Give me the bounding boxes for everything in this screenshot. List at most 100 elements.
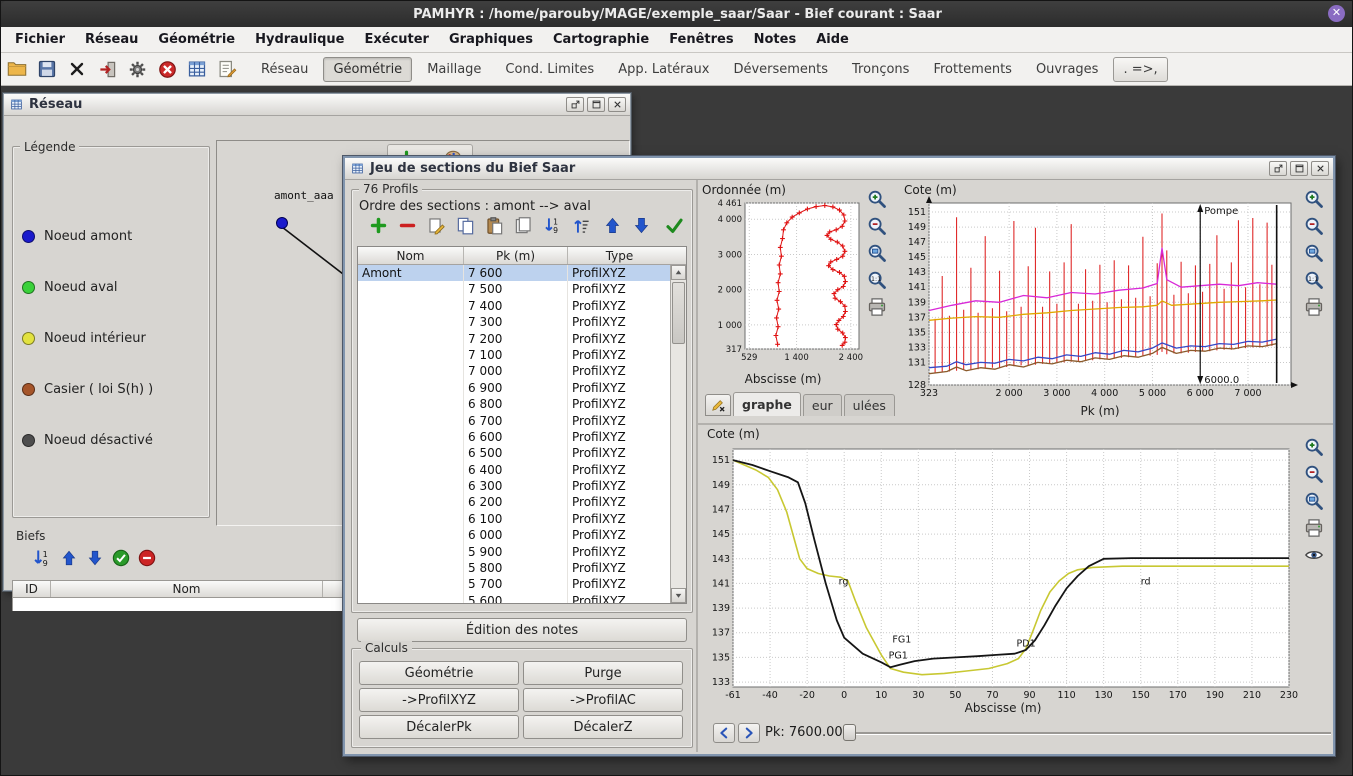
print-icon[interactable] (1304, 297, 1324, 317)
restore-window-button[interactable] (1269, 161, 1287, 176)
maximize-window-button[interactable] (587, 97, 605, 112)
menu-fichier[interactable]: Fichier (5, 29, 75, 50)
cross-section-chart[interactable]: -61-40-200103050709011013015017019021023… (703, 441, 1303, 703)
table-row[interactable]: 7 400ProfilXYZ (358, 298, 671, 314)
restore-window-button[interactable] (566, 97, 584, 112)
plan-chart[interactable]: 5291 4002 4004 4614 0003 0002 0001 00031… (701, 195, 865, 371)
move-down-icon[interactable] (86, 549, 104, 567)
menu-aide[interactable]: Aide (806, 29, 859, 50)
remove-section-icon[interactable] (398, 216, 417, 235)
next-section-button[interactable] (738, 723, 760, 743)
biefs-column-id[interactable]: ID (13, 581, 51, 597)
table-row[interactable]: 6 800ProfilXYZ (358, 396, 671, 412)
toolbar-item-g-om-trie[interactable]: Géométrie (323, 57, 412, 82)
toolbar-item-tron-ons[interactable]: Tronçons (843, 58, 918, 81)
calc-button-g-om-trie[interactable]: Géométrie (359, 661, 519, 685)
tab-ul-es[interactable]: ulées (844, 394, 895, 416)
move-up-icon[interactable] (603, 216, 622, 235)
table-row[interactable]: 6 700ProfilXYZ (358, 413, 671, 429)
table-row[interactable]: 5 600ProfilXYZ (358, 593, 671, 603)
table-row[interactable]: 7 500ProfilXYZ (358, 281, 671, 297)
sort-up-icon[interactable] (572, 216, 591, 235)
calc-button-d-calerpk[interactable]: DécalerPk (359, 715, 519, 739)
table-row[interactable]: 7 100ProfilXYZ (358, 347, 671, 363)
menu-fen-tres[interactable]: Fenêtres (659, 29, 743, 50)
table-row[interactable]: 6 600ProfilXYZ (358, 429, 671, 445)
toolbar-item-item[interactable]: . =>, (1113, 57, 1167, 82)
zoom-in-icon[interactable] (867, 189, 887, 209)
sort-icon[interactable] (32, 548, 52, 568)
menu-r-seau[interactable]: Réseau (75, 29, 148, 50)
visibility-eye-icon[interactable] (1304, 545, 1324, 565)
duplicate-icon[interactable] (514, 216, 533, 235)
notes-icon[interactable] (213, 55, 241, 83)
long-profile-chart[interactable]: 3232 0003 0004 0005 0006 0007 0001511491… (901, 195, 1299, 403)
toolbar-item-ouvrages[interactable]: Ouvrages (1027, 58, 1108, 81)
calc-button-profilxyz[interactable]: ->ProfilXYZ (359, 688, 519, 712)
close-file-icon[interactable] (63, 55, 91, 83)
zoom-in-icon[interactable] (1304, 189, 1324, 209)
sections-window-titlebar[interactable]: Jeu de sections du Bief Saar (345, 158, 1333, 180)
toolbar-item-frottements[interactable]: Frottements (924, 58, 1021, 81)
column-header-pk-m[interactable]: Pk (m) (464, 247, 568, 264)
quit-icon[interactable] (93, 55, 121, 83)
table-row[interactable]: Amont7 600ProfilXYZ (358, 265, 671, 281)
table-row[interactable]: 6 300ProfilXYZ (358, 478, 671, 494)
table-row[interactable]: 5 800ProfilXYZ (358, 560, 671, 576)
menu-notes[interactable]: Notes (744, 29, 807, 50)
table-row[interactable]: 7 200ProfilXYZ (358, 331, 671, 347)
pk-slider-track[interactable] (846, 732, 1331, 735)
table-row[interactable]: 7 300ProfilXYZ (358, 314, 671, 330)
toolbar-item-maillage[interactable]: Maillage (418, 58, 490, 81)
zoom-select-icon[interactable] (1304, 243, 1324, 263)
menu-graphiques[interactable]: Graphiques (439, 29, 543, 50)
menu-ex-cuter[interactable]: Exécuter (354, 29, 439, 50)
zoom-out-icon[interactable] (1304, 464, 1324, 484)
paste-icon[interactable] (485, 216, 504, 235)
calc-button-d-calerz[interactable]: DécalerZ (523, 715, 683, 739)
move-up-icon[interactable] (60, 549, 78, 567)
menu-g-om-trie[interactable]: Géométrie (148, 29, 245, 50)
menu-cartographie[interactable]: Cartographie (543, 29, 659, 50)
close-window-button[interactable]: ✕ (1328, 5, 1345, 22)
zoom-in-icon[interactable] (1304, 437, 1324, 457)
table-row[interactable]: 6 500ProfilXYZ (358, 445, 671, 461)
upstream-node[interactable] (276, 217, 288, 229)
validate-icon[interactable] (112, 549, 130, 567)
table-row[interactable]: 6 900ProfilXYZ (358, 380, 671, 396)
zoom-out-icon[interactable] (1304, 216, 1324, 236)
close-window-button[interactable] (608, 97, 626, 112)
table-row[interactable]: 5 900ProfilXYZ (358, 544, 671, 560)
edit-notes-button[interactable]: Édition des notes (357, 618, 687, 642)
splitter-vertical[interactable] (696, 180, 698, 752)
copy-icon[interactable] (456, 216, 475, 235)
validate-icon[interactable] (665, 216, 684, 235)
table-row[interactable]: 7 000ProfilXYZ (358, 363, 671, 379)
save-icon[interactable] (33, 55, 61, 83)
sections-table-header[interactable]: NomPk (m)Type (358, 247, 686, 265)
edit-icon[interactable] (427, 216, 446, 235)
table-row[interactable]: 6 000ProfilXYZ (358, 527, 671, 543)
add-section-icon[interactable] (369, 216, 388, 235)
sort-numeric-icon[interactable] (543, 216, 562, 235)
calc-button-purge[interactable]: Purge (523, 661, 683, 685)
zoom-out-icon[interactable] (867, 216, 887, 236)
settings-gear-icon[interactable] (123, 55, 151, 83)
table-scrollbar[interactable] (670, 265, 686, 603)
tab-eur[interactable]: eur (803, 394, 842, 416)
sections-window[interactable]: Jeu de sections du Bief Saar 76 Profils … (343, 156, 1335, 756)
move-down-icon[interactable] (632, 216, 651, 235)
table-row[interactable]: 6 100ProfilXYZ (358, 511, 671, 527)
toolbar-item-app-lat-raux[interactable]: App. Latéraux (609, 58, 718, 81)
zoom-select-icon[interactable] (867, 243, 887, 263)
stop-icon[interactable] (153, 55, 181, 83)
toolbar-item-r-seau[interactable]: Réseau (252, 58, 317, 81)
open-icon[interactable] (3, 55, 31, 83)
toolbar-item-cond-limites[interactable]: Cond. Limites (496, 58, 603, 81)
toolbar-item-d-versements[interactable]: Déversements (724, 58, 837, 81)
column-header-nom[interactable]: Nom (358, 247, 464, 264)
biefs-column-nom[interactable]: Nom (51, 581, 323, 597)
print-icon[interactable] (1304, 518, 1324, 538)
print-icon[interactable] (867, 297, 887, 317)
previous-section-button[interactable] (713, 723, 735, 743)
